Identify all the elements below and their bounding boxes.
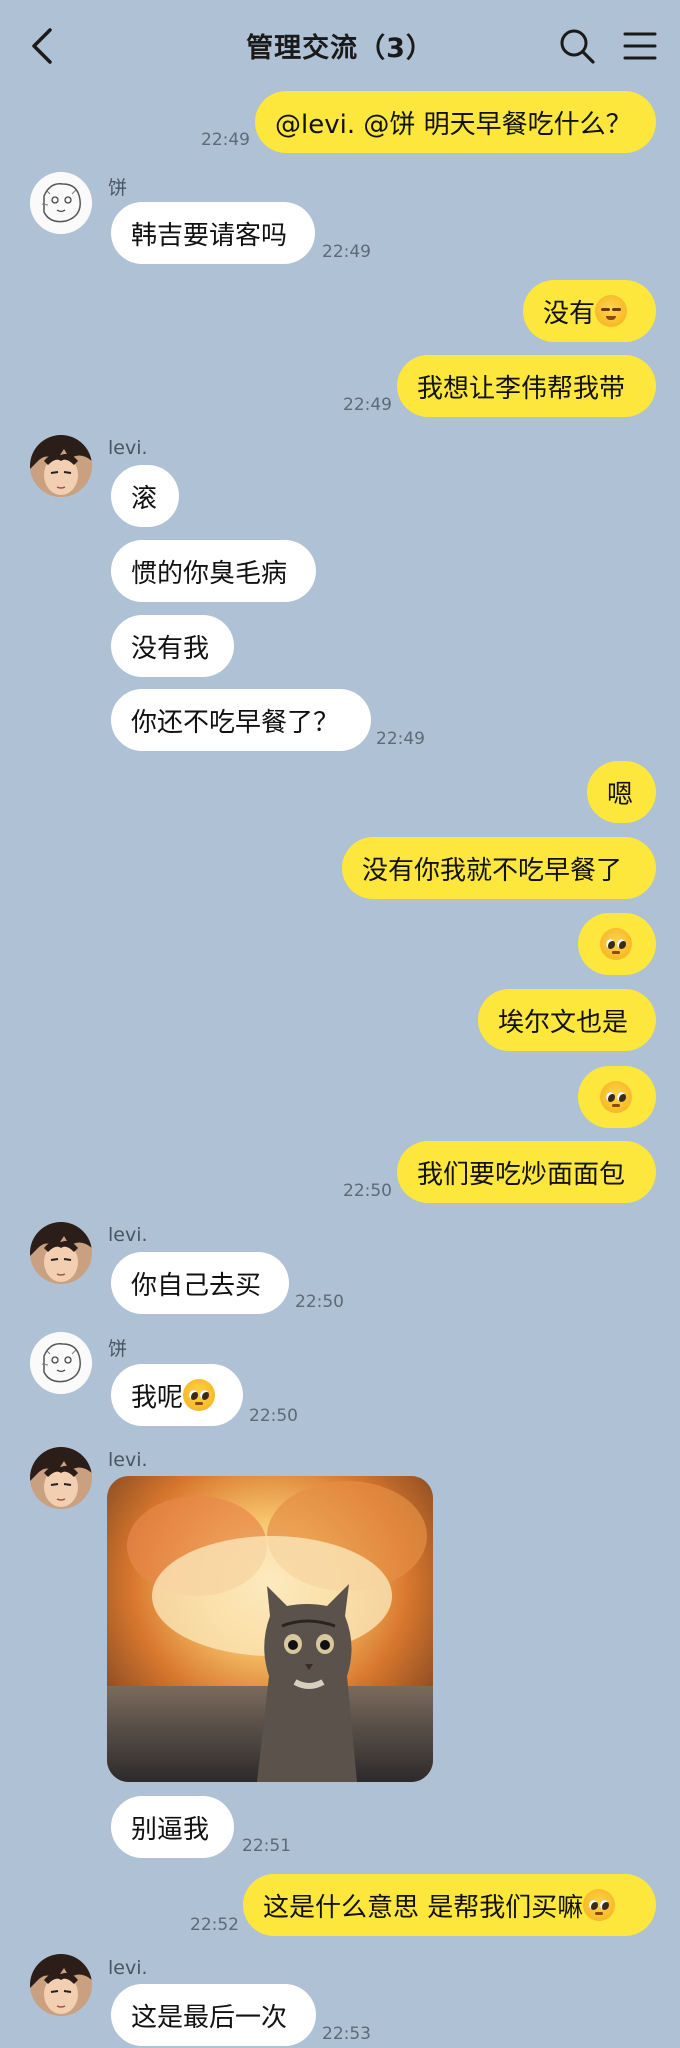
- other-message-bubble[interactable]: 韩吉要请客吗: [111, 202, 315, 264]
- message-text: 埃尔文也是: [498, 1007, 629, 1038]
- message-text: 惯的你臭毛病: [131, 558, 288, 589]
- other-message-bubble[interactable]: 别逼我: [111, 1796, 234, 1858]
- message-timestamp: 22:53: [322, 2024, 371, 2044]
- my-message-bubble[interactable]: 埃尔文也是: [478, 989, 656, 1051]
- my-message-bubble[interactable]: 嗯: [587, 761, 656, 823]
- message-text: 没有我: [131, 633, 210, 664]
- pleading-face-emoji-icon: [583, 1889, 616, 1921]
- pleading-face-emoji-icon: [183, 1379, 216, 1411]
- message-text: 别逼我: [131, 1814, 210, 1845]
- other-message-bubble[interactable]: 这是最后一次: [111, 1984, 316, 2046]
- chat-header: 管理交流（3）: [0, 0, 680, 90]
- message-text: 没有: [543, 298, 596, 329]
- my-message-bubble[interactable]: 没有: [523, 280, 656, 342]
- message-timestamp: 22:50: [343, 1181, 392, 1201]
- avatar-bing[interactable]: [30, 1332, 92, 1394]
- my-message-bubble[interactable]: [578, 1066, 656, 1128]
- message-timestamp: 22:52: [190, 1915, 239, 1935]
- sender-name: levi.: [108, 1449, 148, 1471]
- message-text: 这是最后一次: [131, 2002, 288, 2033]
- message-text: 这是什么意思 是帮我们买嘛: [263, 1892, 584, 1923]
- message-timestamp: 22:49: [322, 242, 371, 262]
- message-text: 我们要吃炒面面包: [417, 1159, 626, 1190]
- my-message-bubble[interactable]: 没有你我就不吃早餐了: [342, 837, 656, 899]
- message-text: 我呢: [131, 1382, 184, 1413]
- sketch-avatar-icon: [30, 172, 92, 234]
- anime-avatar-icon: [30, 1447, 92, 1509]
- avatar-levi[interactable]: [30, 1447, 92, 1509]
- message-text: @levi. @饼 明天早餐吃什么？: [275, 109, 632, 140]
- sender-name: levi.: [108, 437, 148, 459]
- other-message-bubble[interactable]: 你自己去买: [111, 1252, 289, 1314]
- message-timestamp: 22:49: [343, 395, 392, 415]
- cat-explosion-image[interactable]: [107, 1476, 433, 1782]
- other-message-bubble[interactable]: 你还不吃早餐了？: [111, 689, 371, 751]
- my-message-bubble[interactable]: 我想让李伟帮我带: [397, 355, 656, 417]
- message-timestamp: 22:49: [201, 130, 250, 150]
- message-timestamp: 22:50: [249, 1406, 298, 1426]
- my-message-bubble[interactable]: 这是什么意思 是帮我们买嘛: [243, 1874, 656, 1936]
- avatar-levi[interactable]: [30, 1954, 92, 2016]
- avatar-levi[interactable]: [30, 1222, 92, 1284]
- message-text: 嗯: [607, 779, 634, 810]
- message-text: 没有你我就不吃早餐了: [362, 855, 623, 886]
- menu-icon[interactable]: [622, 28, 658, 64]
- other-message-bubble[interactable]: 滚: [111, 465, 179, 527]
- pleading-face-emoji-icon: [600, 928, 632, 960]
- message-text: 你还不吃早餐了？: [131, 707, 340, 738]
- anime-avatar-icon: [30, 1222, 92, 1284]
- message-text: 我想让李伟帮我带: [417, 373, 626, 404]
- message-text: 滚: [131, 483, 158, 514]
- my-message-bubble[interactable]: 我们要吃炒面面包: [397, 1141, 656, 1203]
- avatar-levi[interactable]: [30, 435, 92, 497]
- other-message-bubble[interactable]: 我呢: [111, 1364, 243, 1426]
- cat-explosion-meme-icon: [107, 1476, 433, 1782]
- sketch-avatar-icon: [30, 1332, 92, 1394]
- sender-name: levi.: [108, 1957, 148, 1979]
- message-text: 你自己去买: [131, 1270, 262, 1301]
- relieved-face-emoji-icon: [595, 295, 628, 327]
- avatar-bing[interactable]: [30, 172, 92, 234]
- anime-avatar-icon: [30, 1954, 92, 2016]
- sender-name: 饼: [108, 1338, 128, 1360]
- my-message-bubble[interactable]: @levi. @饼 明天早餐吃什么？: [255, 91, 656, 153]
- search-icon[interactable]: [557, 26, 597, 66]
- message-timestamp: 22:49: [376, 729, 425, 749]
- message-timestamp: 22:50: [295, 1292, 344, 1312]
- sender-name: levi.: [108, 1224, 148, 1246]
- other-message-bubble[interactable]: 没有我: [111, 615, 234, 677]
- my-message-bubble[interactable]: [578, 913, 656, 975]
- other-message-bubble[interactable]: 惯的你臭毛病: [111, 540, 316, 602]
- anime-avatar-icon: [30, 435, 92, 497]
- pleading-face-emoji-icon: [600, 1081, 632, 1113]
- sender-name: 饼: [108, 177, 128, 199]
- message-text: 韩吉要请客吗: [131, 220, 288, 251]
- message-timestamp: 22:51: [242, 1836, 291, 1856]
